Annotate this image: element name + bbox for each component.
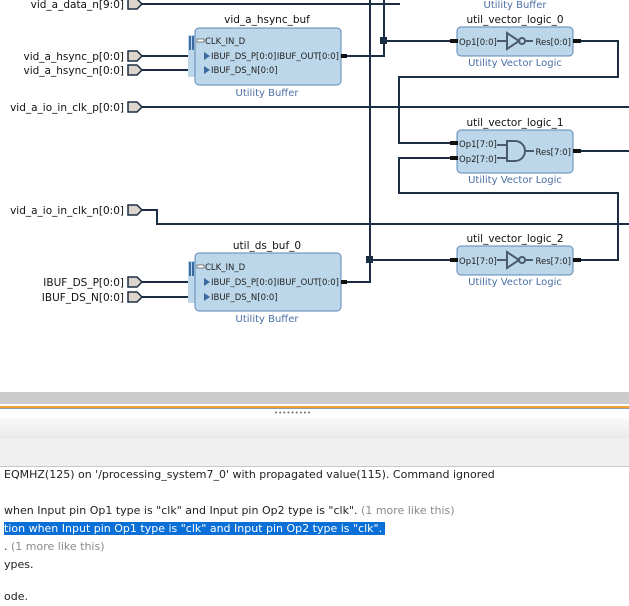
message-text: ode. xyxy=(4,590,28,603)
more-like-this-link[interactable]: (1 more like this) xyxy=(11,540,105,553)
svg-text:IBUF_DS_N[0:0]: IBUF_DS_N[0:0] xyxy=(42,292,124,304)
message-text: . xyxy=(4,540,8,553)
block-title: util_ds_buf_0 xyxy=(233,240,301,252)
svg-text:IBUF_DS_N[0:0]: IBUF_DS_N[0:0] xyxy=(211,66,278,76)
net-hsync-buf-out[interactable] xyxy=(343,0,457,57)
block-util-ds-buf-0[interactable]: util_ds_buf_0 CLK_IN_D IBUF_DS_P[0:0] IB… xyxy=(188,240,347,325)
partial-block-subtitle: Utility Buffer xyxy=(484,0,548,11)
svg-text:vid_a_io_in_clk_p[0:0]: vid_a_io_in_clk_p[0:0] xyxy=(10,102,124,114)
message-text: when Input pin Op1 type is "clk" and Inp… xyxy=(4,504,358,517)
message-row[interactable]: ypes. xyxy=(4,557,34,573)
svg-text:IBUF_OUT[0:0]: IBUF_OUT[0:0] xyxy=(277,52,339,62)
port-vid-a-io-in-clk-p[interactable]: vid_a_io_in_clk_p[0:0] xyxy=(10,101,144,114)
svg-text:vid_a_data_n[9:0]: vid_a_data_n[9:0] xyxy=(31,0,124,11)
svg-text:Op2[7:0]: Op2[7:0] xyxy=(459,155,497,165)
interface-pin-icon xyxy=(196,38,205,43)
message-row[interactable]: EQMHZ(125) on '/processing_system7_0' wi… xyxy=(4,467,495,483)
block-util-vector-logic-1[interactable]: util_vector_logic_1 Op1[7:0] Op2[7:0] Re… xyxy=(450,117,581,186)
port-vid-a-hsync-p[interactable]: vid_a_hsync_p[0:0] xyxy=(23,50,144,63)
message-text: tion when Input pin Op1 type is "clk" an… xyxy=(4,522,386,535)
message-row[interactable]: ode. xyxy=(4,589,28,605)
svg-text:Utility Buffer: Utility Buffer xyxy=(236,88,300,99)
block-util-vector-logic-2[interactable]: util_vector_logic_2 Op1[7:0] Res[7:0] Ut… xyxy=(450,233,581,288)
divider xyxy=(0,408,629,409)
block-title: vid_a_hsync_buf xyxy=(224,14,310,26)
block-diagram: vid_a_data_n[9:0] vid_a_hsync_p[0:0] vid… xyxy=(10,0,629,325)
block-vid-a-hsync-buf[interactable]: vid_a_hsync_buf CLK_IN_D IBUF_DS_P[0:0] … xyxy=(188,14,347,99)
svg-text:CLK_IN_D: CLK_IN_D xyxy=(205,37,246,47)
port-ibuf-ds-p[interactable]: IBUF_DS_P[0:0] xyxy=(43,276,144,289)
svg-text:Utility Vector Logic: Utility Vector Logic xyxy=(468,277,562,288)
svg-text:Op1[0:0]: Op1[0:0] xyxy=(459,38,497,48)
message-text: EQMHZ(125) on '/processing_system7_0' wi… xyxy=(4,468,495,481)
message-text: ypes. xyxy=(4,558,34,571)
messages-filter-bar xyxy=(0,438,629,467)
svg-text:util_vector_logic_2: util_vector_logic_2 xyxy=(466,233,563,245)
junction-dot xyxy=(380,37,387,44)
interface-pin-icon xyxy=(196,264,205,269)
message-row[interactable]: . (1 more like this) xyxy=(4,539,105,555)
svg-text:vid_a_hsync_n[0:0]: vid_a_hsync_n[0:0] xyxy=(24,65,125,77)
svg-text:vid_a_io_in_clk_n[0:0]: vid_a_io_in_clk_n[0:0] xyxy=(10,205,124,217)
svg-text:IBUF_DS_P[0:0]: IBUF_DS_P[0:0] xyxy=(211,278,276,288)
block-util-vector-logic-0[interactable]: util_vector_logic_0 Op1[0:0] Res[0:0] Ut… xyxy=(450,14,581,69)
net-io-in-clk-n[interactable] xyxy=(142,209,629,225)
svg-text:IBUF_DS_N[0:0]: IBUF_DS_N[0:0] xyxy=(211,293,278,303)
svg-text:vid_a_hsync_p[0:0]: vid_a_hsync_p[0:0] xyxy=(23,51,124,63)
messages-toolbar xyxy=(0,418,629,438)
message-row-selected[interactable]: tion when Input pin Op1 type is "clk" an… xyxy=(0,521,386,537)
external-ports: vid_a_data_n[9:0] vid_a_hsync_p[0:0] vid… xyxy=(10,0,144,304)
port-vid-a-io-in-clk-n[interactable]: vid_a_io_in_clk_n[0:0] xyxy=(10,204,144,217)
svg-text:util_vector_logic_1: util_vector_logic_1 xyxy=(466,117,563,129)
panel-tab-bar xyxy=(0,392,629,404)
svg-text:Utility Buffer: Utility Buffer xyxy=(236,314,300,325)
svg-text:Utility Vector Logic: Utility Vector Logic xyxy=(468,175,562,186)
svg-text:CLK_IN_D: CLK_IN_D xyxy=(205,263,246,273)
block-design-canvas[interactable]: vid_a_data_n[9:0] vid_a_hsync_p[0:0] vid… xyxy=(0,0,629,392)
svg-text:Op1[7:0]: Op1[7:0] xyxy=(459,140,497,150)
svg-text:Res[0:0]: Res[0:0] xyxy=(536,38,572,48)
port-vid-a-data-n[interactable]: vid_a_data_n[9:0] xyxy=(31,0,144,11)
svg-text:util_vector_logic_0: util_vector_logic_0 xyxy=(466,14,563,26)
more-like-this-link[interactable]: (1 more like this) xyxy=(361,504,455,517)
svg-text:IBUF_DS_P[0:0]: IBUF_DS_P[0:0] xyxy=(211,52,276,62)
svg-text:IBUF_OUT[0:0]: IBUF_OUT[0:0] xyxy=(277,278,339,288)
svg-text:Res[7:0]: Res[7:0] xyxy=(536,148,572,158)
port-vid-a-hsync-n[interactable]: vid_a_hsync_n[0:0] xyxy=(24,64,144,77)
svg-text:Utility Vector Logic: Utility Vector Logic xyxy=(468,58,562,69)
port-ibuf-ds-n[interactable]: IBUF_DS_N[0:0] xyxy=(42,291,144,304)
svg-text:Op1[7:0]: Op1[7:0] xyxy=(459,257,497,267)
junction-dot xyxy=(366,256,373,263)
svg-text:Res[7:0]: Res[7:0] xyxy=(536,257,572,267)
messages-list[interactable]: EQMHZ(125) on '/processing_system7_0' wi… xyxy=(0,467,629,606)
message-row[interactable]: when Input pin Op1 type is "clk" and Inp… xyxy=(4,503,455,519)
splitter-grip-handle[interactable]: ••••••••• xyxy=(274,410,311,417)
svg-text:IBUF_DS_P[0:0]: IBUF_DS_P[0:0] xyxy=(43,277,124,289)
